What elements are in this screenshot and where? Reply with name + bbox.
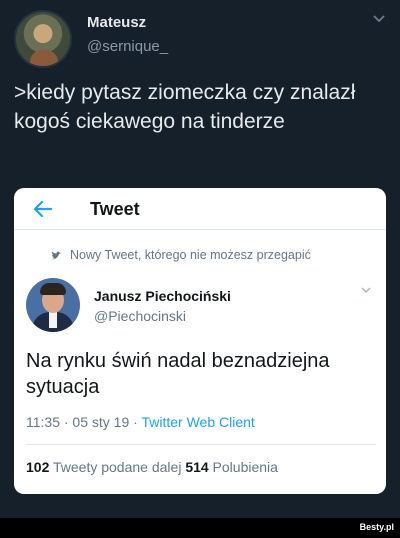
promo-text: Nowy Tweet, którego nie możesz przegapić: [70, 248, 311, 262]
author-handle[interactable]: @Piechocinski: [94, 308, 186, 324]
divider: [26, 444, 376, 445]
chevron-down-icon[interactable]: [372, 12, 386, 26]
card-topbar: Tweet: [14, 188, 386, 230]
author-handle[interactable]: @sernique_: [87, 38, 168, 55]
tweet-stats: 102 Tweety podane dalej 514 Polubienia: [26, 459, 278, 475]
tweet-text: >kiedy pytasz ziomeczka czy znalazł kogo…: [14, 81, 356, 133]
retweets-label[interactable]: Tweety podane dalej: [49, 459, 185, 475]
tweet-meta: 11:35 · 05 sty 19 · Twitter Web Client: [26, 414, 255, 430]
avatar[interactable]: [14, 10, 72, 68]
retweets-count[interactable]: 102: [26, 459, 49, 475]
avatar[interactable]: [26, 278, 80, 332]
page-title: Tweet: [90, 199, 140, 219]
likes-count[interactable]: 514: [185, 459, 208, 475]
author-name[interactable]: Mateusz: [87, 14, 146, 31]
tweet-text: Na rynku świń nadal beznadziejna sytuacj…: [26, 350, 330, 398]
back-arrow-icon[interactable]: [32, 198, 54, 220]
outer-tweet-header: Mateusz @sernique_: [14, 8, 386, 68]
embedded-screenshot-card: Tweet Nowy Tweet, którego nie możesz prz…: [14, 188, 386, 494]
watermark: Besty.pl: [359, 522, 394, 532]
tweet-client-link[interactable]: Twitter Web Client: [141, 414, 254, 430]
author-name[interactable]: Janusz Piechociński: [94, 288, 231, 304]
promo-bird-icon: [51, 251, 61, 260]
likes-label[interactable]: Polubienia: [209, 459, 278, 475]
chevron-down-icon[interactable]: [360, 284, 372, 296]
tweet-timestamp[interactable]: 11:35 · 05 sty 19 ·: [26, 414, 141, 430]
watermark-bar: Besty.pl: [0, 518, 400, 538]
